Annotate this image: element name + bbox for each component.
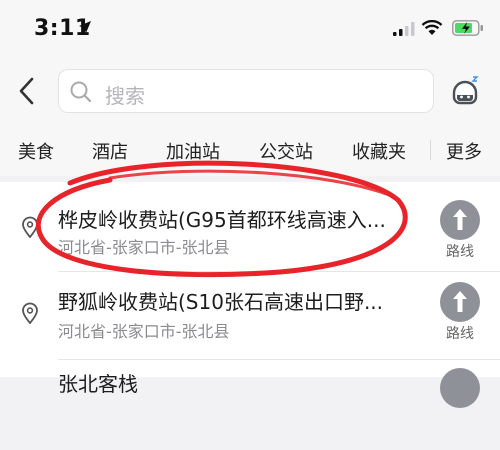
wifi-icon (421, 20, 443, 35)
category-tabs: 美食 酒店 加油站 公交站 收藏夹 更多 (0, 124, 500, 176)
cellular-signal-icon (393, 22, 415, 36)
tab-more[interactable]: 更多 (446, 138, 482, 164)
list-item[interactable]: 桦皮岭收费站(G95首都环线高速入... 河北省-张家口市-张北县 路线 (0, 182, 500, 272)
result-title: 张北客栈 (58, 372, 138, 396)
search-placeholder: 搜索 (105, 84, 145, 108)
tab-food[interactable]: 美食 (18, 138, 54, 164)
route-arrow-icon (453, 291, 467, 312)
route-button[interactable] (440, 282, 480, 322)
route-label[interactable]: 路线 (446, 241, 474, 261)
battery-charging-icon (452, 20, 483, 36)
robot-assistant-icon[interactable] (449, 75, 481, 107)
result-address: 河北省-张家口市-张北县 (58, 238, 230, 257)
result-address: 河北省-张家口市-张北县 (58, 322, 230, 341)
tab-divider (430, 140, 431, 160)
chevron-left-icon[interactable] (14, 74, 42, 108)
map-pin-icon (22, 216, 38, 238)
list-item[interactable]: 野狐岭收费站(S10张石高速出口野... 河北省-张家口市-张北县 路线 (0, 272, 500, 362)
result-title: 野狐岭收费站(S10张石高速出口野... (58, 290, 384, 314)
map-pin-icon (22, 302, 38, 324)
tab-bus-stop[interactable]: 公交站 (259, 138, 313, 164)
tab-hotel[interactable]: 酒店 (92, 138, 128, 164)
route-button[interactable] (440, 200, 480, 240)
status-bar: 3:11 (0, 0, 500, 58)
search-results-list: 桦皮岭收费站(G95首都环线高速入... 河北省-张家口市-张北县 路线 野狐岭… (0, 182, 500, 408)
tab-gas-station[interactable]: 加油站 (166, 138, 220, 164)
location-arrow-icon (79, 21, 91, 33)
search-input[interactable]: 搜索 (58, 69, 434, 113)
list-item[interactable]: 张北客栈 (0, 360, 500, 450)
route-label[interactable]: 路线 (446, 323, 474, 343)
search-header: 搜索 (0, 58, 500, 124)
route-arrow-icon (453, 209, 467, 230)
route-button[interactable] (440, 368, 480, 408)
magnifier-icon (70, 81, 92, 103)
tab-favorites[interactable]: 收藏夹 (352, 138, 406, 164)
result-title: 桦皮岭收费站(G95首都环线高速入... (58, 208, 386, 232)
